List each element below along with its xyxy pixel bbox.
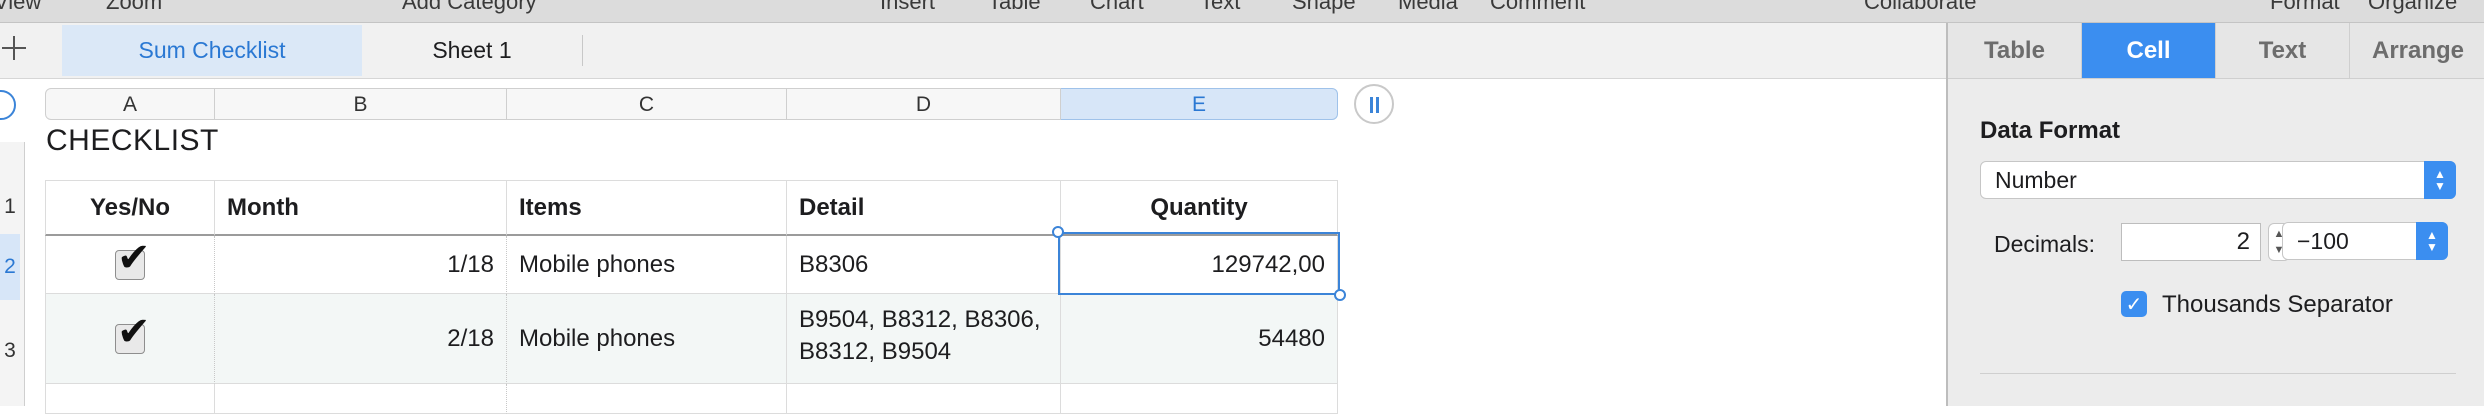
data-format-value: Number — [1995, 167, 2077, 193]
table-title[interactable]: CHECKLIST — [46, 124, 219, 158]
selection-handle-bottom-right[interactable] — [1334, 289, 1346, 301]
thousands-separator-label[interactable]: Thousands Separator — [2162, 291, 2393, 319]
tab-text[interactable]: Text — [2216, 23, 2350, 78]
checkbox[interactable]: ✔ — [115, 236, 151, 281]
header-items[interactable]: Items — [507, 180, 787, 236]
negative-number-format-select[interactable]: −100 ▲ ▼ — [2282, 222, 2448, 260]
toolbar-table[interactable]: Table — [988, 0, 1041, 15]
column-header-e[interactable]: E — [1061, 88, 1338, 120]
table-row-1-month[interactable]: 1/18 — [215, 236, 507, 294]
header-quantity[interactable]: Quantity — [1061, 180, 1338, 236]
column-header-a[interactable]: A — [45, 88, 215, 120]
table-row-1-detail[interactable]: B8306 — [787, 236, 1061, 294]
row-number-gutter: 1 2 3 — [0, 142, 25, 406]
toolbar-comment[interactable]: Comment — [1490, 0, 1585, 15]
tab-sum-checklist[interactable]: Sum Checklist — [62, 25, 362, 76]
column-header-b[interactable]: B — [215, 88, 507, 120]
checkmark-icon: ✔ — [117, 236, 151, 281]
tab-table[interactable]: Table — [1948, 23, 2082, 78]
select-all-circle-icon[interactable] — [0, 90, 16, 120]
sheet-tab-bar: Sum Checklist Sheet 1 — [0, 23, 1946, 79]
tab-sheet-1[interactable]: Sheet 1 — [362, 25, 582, 76]
data-format-label: Data Format — [1980, 117, 2121, 144]
column-header-c[interactable]: C — [507, 88, 787, 120]
table-row-3-partial — [45, 384, 215, 414]
thousands-separator-checkbox[interactable]: ✓ — [2121, 291, 2147, 317]
row-number-1[interactable]: 1 — [0, 192, 20, 222]
table-row-1-items[interactable]: Mobile phones — [507, 236, 787, 294]
toolbar-add-category[interactable]: Add Category — [402, 0, 537, 15]
checkmark-icon: ✔ — [117, 308, 151, 355]
row-number-2[interactable]: 2 — [0, 234, 20, 300]
table-row-2-items[interactable]: Mobile phones — [507, 294, 787, 384]
toolbar-view[interactable]: View — [0, 0, 41, 15]
inspector-tabs: Table Cell Text Arrange — [1948, 23, 2484, 79]
table-row-2-month[interactable]: 2/18 — [215, 294, 507, 384]
toolbar-text[interactable]: Text — [1200, 0, 1240, 15]
table-row-2-quantity[interactable]: 54480 — [1061, 294, 1338, 384]
table-row-2-detail[interactable]: B9504, B8312, B8306, B8312, B9504 — [787, 294, 1061, 384]
toolbar-format[interactable]: Format — [2270, 0, 2340, 15]
toolbar-insert[interactable]: Insert — [880, 0, 935, 15]
decimals-field[interactable]: 2 — [2121, 223, 2261, 261]
toolbar-chart[interactable]: Chart — [1090, 0, 1144, 15]
toolbar-zoom[interactable]: Zoom — [106, 0, 162, 15]
header-detail[interactable]: Detail — [787, 180, 1061, 236]
table-row-2-checkbox-cell[interactable]: ✔ — [45, 294, 215, 384]
tab-cell[interactable]: Cell — [2082, 23, 2216, 78]
table-row-3-partial — [787, 384, 1061, 414]
toolbar-media[interactable]: Media — [1398, 0, 1458, 15]
row-number-3[interactable]: 3 — [0, 318, 20, 384]
table-row-3-partial — [507, 384, 787, 414]
checkbox[interactable]: ✔ — [115, 309, 151, 355]
tab-divider — [582, 35, 583, 66]
toolbar-collaborate[interactable]: Collaborate — [1864, 0, 1977, 15]
freeze-columns-handle-icon[interactable] — [1354, 84, 1394, 124]
table-row-3-partial — [215, 384, 507, 414]
header-month[interactable]: Month — [215, 180, 507, 236]
chevron-updown-icon: ▲ ▼ — [2424, 161, 2456, 199]
tab-arrange[interactable]: Arrange — [2350, 23, 2484, 78]
toolbar-organize[interactable]: Organize — [2368, 0, 2457, 15]
add-sheet-icon[interactable] — [2, 31, 30, 65]
table-row-1-checkbox-cell[interactable]: ✔ — [45, 236, 215, 294]
negative-format-value: −100 — [2297, 228, 2349, 254]
format-inspector: Table Cell Text Arrange Data Format Numb… — [1946, 23, 2484, 406]
decimals-label: Decimals: — [1994, 231, 2095, 257]
header-yes-no[interactable]: Yes/No — [45, 180, 215, 236]
selection-handle-top-left[interactable] — [1052, 226, 1064, 238]
toolbar-shape[interactable]: Shape — [1292, 0, 1356, 15]
table-row-3-partial — [1061, 384, 1338, 414]
divider — [1980, 373, 2456, 374]
chevron-updown-icon: ▲ ▼ — [2416, 222, 2448, 260]
column-header-d[interactable]: D — [787, 88, 1061, 120]
data-format-select[interactable]: Number ▲ ▼ — [1980, 161, 2456, 199]
cell-selection-outline — [1058, 232, 1340, 295]
toolbar: View Zoom Add Category Insert Table Char… — [0, 0, 2484, 23]
